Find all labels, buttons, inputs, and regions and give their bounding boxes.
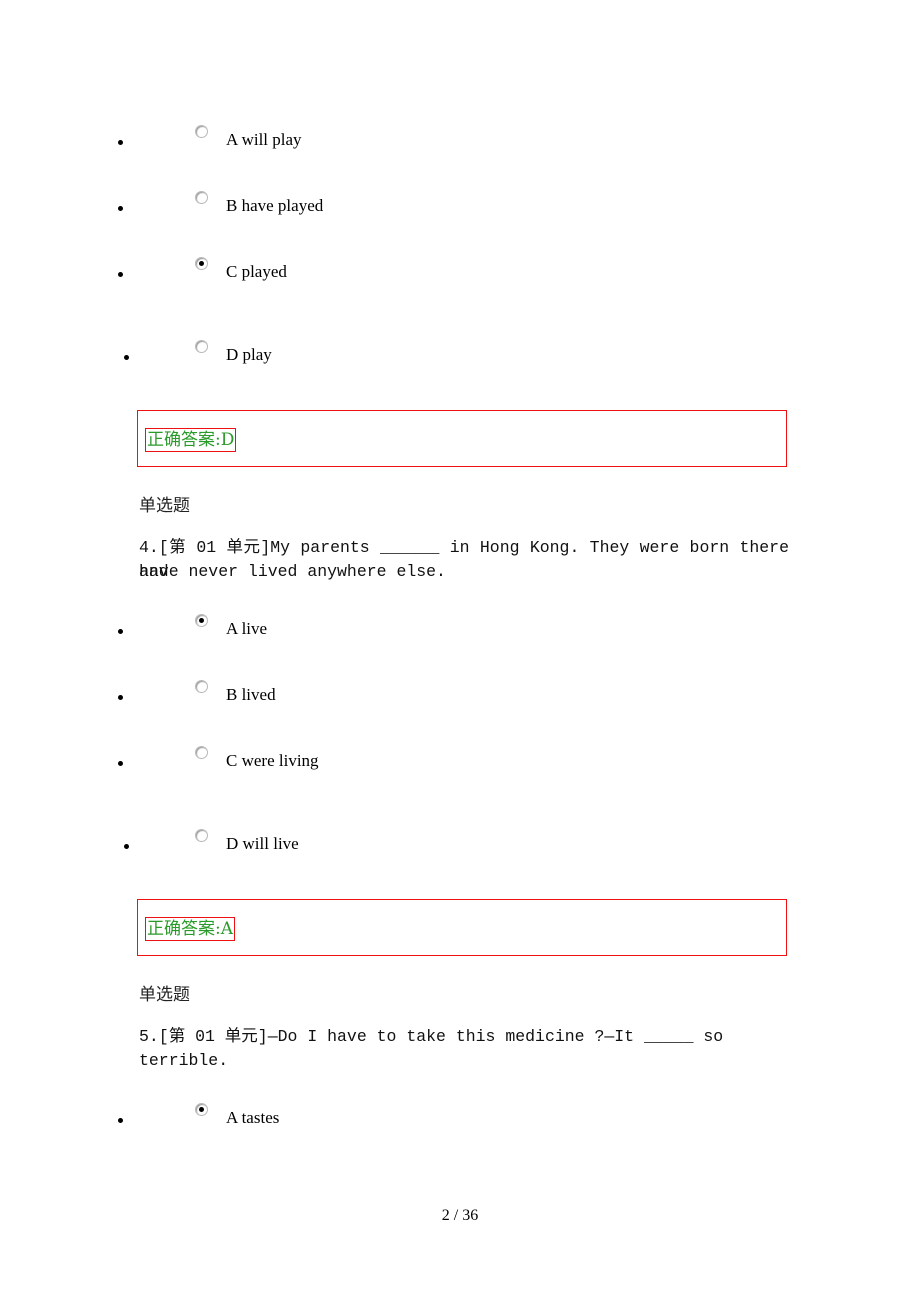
bullet-icon <box>118 695 123 700</box>
correct-answer: 正确答案:D <box>145 428 237 452</box>
q5-question-text-line2: terrible. <box>139 1051 229 1070</box>
q3-answer-box: 正确答案:D <box>137 410 787 467</box>
option-label: D will live <box>226 834 299 853</box>
option-label: B lived <box>226 685 276 704</box>
option-label: B have played <box>226 196 324 215</box>
option-label: C were living <box>226 751 319 770</box>
bullet-icon <box>118 272 123 277</box>
option-label: D play <box>226 345 272 364</box>
q4-question-type: 单选题 <box>139 496 190 516</box>
q4-question-text-line2: have never lived anywhere else. <box>139 562 446 581</box>
q4-answer-box: 正确答案:A <box>137 899 787 956</box>
bullet-icon <box>118 629 123 634</box>
radio-button[interactable] <box>195 125 208 138</box>
radio-button[interactable] <box>195 746 208 759</box>
radio-button[interactable] <box>195 614 208 627</box>
option-label: A will play <box>226 130 302 149</box>
correct-answer: 正确答案:A <box>145 917 236 941</box>
radio-button[interactable] <box>195 829 208 842</box>
radio-button[interactable] <box>195 340 208 353</box>
q5-question-text-line1: 5.[第 01 单元]—Do I have to take this medic… <box>139 1027 724 1046</box>
bullet-icon <box>118 206 123 211</box>
page-number: 2 / 36 <box>441 1207 479 1224</box>
bullet-icon <box>124 355 129 360</box>
bullet-icon <box>118 140 123 145</box>
radio-button[interactable] <box>195 191 208 204</box>
radio-button[interactable] <box>195 1103 208 1116</box>
option-label: C played <box>226 262 287 281</box>
radio-button[interactable] <box>195 680 208 693</box>
q5-question-type: 单选题 <box>139 985 190 1005</box>
bullet-icon <box>124 844 129 849</box>
radio-button[interactable] <box>195 257 208 270</box>
option-label: A tastes <box>226 1108 280 1127</box>
bullet-icon <box>118 761 123 766</box>
bullet-icon <box>118 1118 123 1123</box>
option-label: A live <box>226 619 268 638</box>
